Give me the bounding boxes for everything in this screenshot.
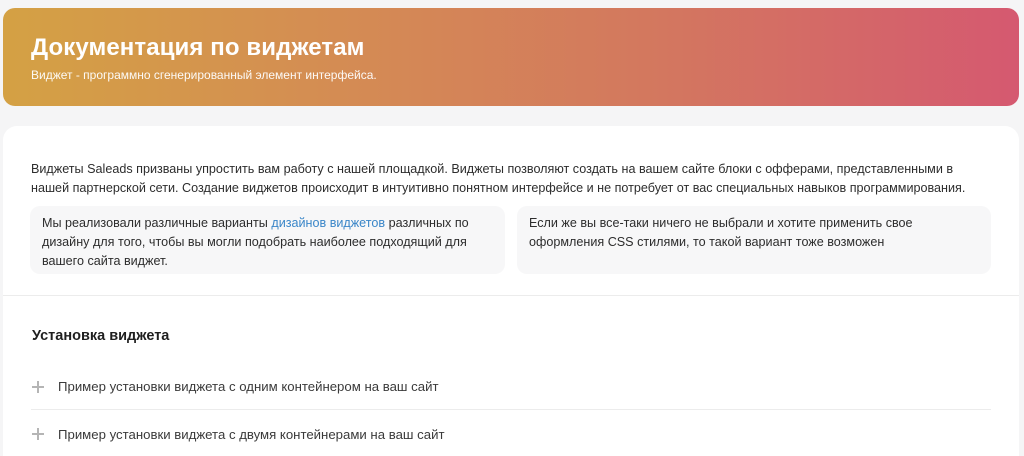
note-designs: Мы реализовали различные варианты дизайн…	[30, 206, 505, 274]
page-title: Документация по виджетам	[31, 34, 365, 61]
divider	[3, 295, 1019, 296]
note-text: Мы реализовали различные варианты	[42, 216, 272, 230]
note-text: Если же вы все-таки ничего не выбрали и …	[529, 216, 913, 249]
widget-designs-link[interactable]: дизайнов виджетов	[271, 216, 385, 230]
section-title-install: Установка виджета	[32, 328, 170, 344]
plus-icon	[31, 427, 45, 441]
page: Документация по виджетам Виджет - програ…	[0, 0, 1024, 456]
note-css: Если же вы все-таки ничего не выбрали и …	[517, 206, 991, 274]
accordion-item-one-container[interactable]: Пример установки виджета с одним контейн…	[31, 364, 991, 410]
intro-text: Виджеты Saleads призваны упростить вам р…	[31, 162, 966, 195]
accordion-label: Пример установки виджета с одним контейн…	[58, 379, 439, 394]
hero-banner: Документация по виджетам Виджет - програ…	[3, 8, 1019, 106]
plus-icon	[31, 380, 45, 394]
accordion-item-two-containers[interactable]: Пример установки виджета с двумя контейн…	[31, 414, 991, 454]
page-subtitle: Виджет - программно сгенерированный элем…	[31, 68, 377, 82]
accordion-label: Пример установки виджета с двумя контейн…	[58, 426, 445, 442]
content-card: Виджеты Saleads призваны упростить вам р…	[3, 126, 1019, 456]
